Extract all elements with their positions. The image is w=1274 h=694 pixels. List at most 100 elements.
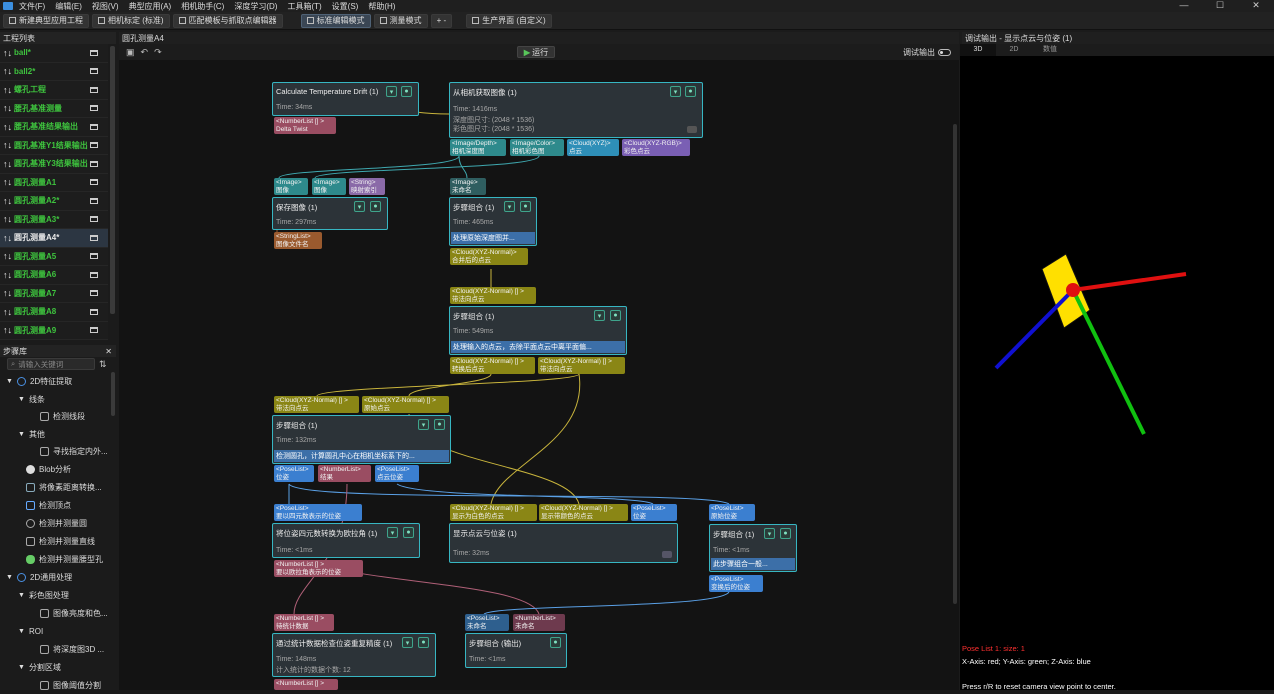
output-port[interactable]: <PoseList> 位姿 <box>274 465 314 482</box>
output-port[interactable]: <NumberList [] > <box>274 679 338 690</box>
menu-settings[interactable]: 设置(S) <box>332 1 359 12</box>
step-node-group-1[interactable]: 步骤组合 (1) Time: 465ms ▾ ● 处理原始深度图并... <box>449 197 537 246</box>
tree-step[interactable]: Blob分析 <box>26 460 71 478</box>
sort-icon[interactable]: ⇅ <box>99 359 107 370</box>
step-node-quat-to-euler[interactable]: 将位姿四元数转换为欧拉角 (1) Time: <1ms ▾ ● <box>272 523 420 558</box>
menu-view[interactable]: 视图(V) <box>92 1 119 12</box>
lock-icon[interactable]: ● <box>418 637 429 648</box>
output-port[interactable]: <Cloud(XYZ)> 点云 <box>567 139 619 156</box>
expand-icon[interactable]: ▾ <box>418 419 429 430</box>
lock-icon[interactable]: ● <box>685 86 696 97</box>
project-item[interactable]: ↑↓ 圆孔测量A8 <box>0 303 108 322</box>
step-node-group-2[interactable]: 步骤组合 (1) Time: 549ms ▾ ● 处理输入的点云，去除平面点云中… <box>449 306 627 355</box>
project-item[interactable]: ↑↓ 圆孔测量A6 <box>0 266 108 285</box>
output-port[interactable]: <NumberList> 结果 <box>318 465 371 482</box>
input-port[interactable]: <Image> 图像 <box>312 178 346 195</box>
menu-help[interactable]: 帮助(H) <box>368 1 395 12</box>
output-port[interactable]: <NumberList [] > 要以欧拉角表示的位姿 <box>274 560 363 577</box>
tree-step[interactable]: 检测并测量腰型孔 <box>26 550 103 568</box>
menu-camera-assistant[interactable]: 相机助手(C) <box>181 1 224 12</box>
tree-step[interactable]: 将深度图3D ... <box>40 640 104 658</box>
output-port[interactable]: <NumberList [] > Delta Twist <box>274 117 336 134</box>
editor-tab[interactable]: 圆孔测量A4 <box>119 32 959 44</box>
menu-file[interactable]: 文件(F) <box>19 1 45 12</box>
close-icon[interactable]: ✕ <box>105 347 112 356</box>
project-item[interactable]: ↑↓ 圆孔基准Y3结果输出 <box>0 155 108 174</box>
minimize-icon[interactable]: — <box>1166 0 1202 11</box>
tree-category[interactable]: ▼ 2D特征提取 <box>6 372 72 390</box>
tree-step[interactable]: 寻找指定内外... <box>40 442 108 460</box>
editor-scrollbar[interactable] <box>953 124 957 604</box>
lock-icon[interactable]: ● <box>403 527 414 538</box>
input-port[interactable]: <PoseList> 未命名 <box>465 614 509 631</box>
project-item[interactable]: ↑↓ 圆孔测量A7 <box>0 285 108 303</box>
camera-calibration-button[interactable]: 相机标定 (标准) <box>92 13 170 28</box>
step-node-output[interactable]: 步骤组合 (输出) Time: <1ms ● <box>465 633 567 668</box>
input-port[interactable]: <NumberList> 未命名 <box>513 614 565 631</box>
project-item[interactable]: ↑↓ 圆孔测量A9 <box>0 322 108 340</box>
expand-icon[interactable]: ▾ <box>386 86 397 97</box>
expand-icon[interactable]: ▾ <box>504 201 515 212</box>
step-node-stats-check[interactable]: 通过统计数据检查位姿重复精度 (1) Time: 148ms 计入统计的数据个数… <box>272 633 436 677</box>
menu-toolbox[interactable]: 工具箱(T) <box>287 1 321 12</box>
step-node-group-3[interactable]: 步骤组合 (1) Time: 132ms ▾ ● 检测圆孔，计算圆孔中心在相机坐… <box>272 415 451 464</box>
input-port[interactable]: <NumberList [] > 待统计数据 <box>274 614 334 631</box>
output-port[interactable]: <Cloud(XYZ-Normal) [] > 转换后点云 <box>450 357 535 374</box>
step-library-scrollbar[interactable] <box>111 372 115 416</box>
project-item[interactable]: ↑↓ 圆孔测量A2* <box>0 192 108 211</box>
measure-mode-button[interactable]: 测量模式 <box>373 13 428 28</box>
expand-icon[interactable]: ▾ <box>402 637 413 648</box>
expand-icon[interactable]: ▾ <box>764 528 775 539</box>
close-icon[interactable]: ✕ <box>1238 0 1274 11</box>
lock-icon[interactable]: ● <box>520 201 531 212</box>
project-item-selected[interactable]: ↑↓ 圆孔测量A4* <box>0 229 108 248</box>
tab-values[interactable]: 数值 <box>1032 44 1068 56</box>
project-item[interactable]: ↑↓ ball2* <box>0 63 108 81</box>
expand-icon[interactable]: ▾ <box>670 86 681 97</box>
project-item[interactable]: ↑↓ ball* <box>0 44 108 63</box>
output-port[interactable]: <Cloud(XYZ-RGB)> 彩色点云 <box>622 139 690 156</box>
tree-step[interactable]: 将像素距离转换... <box>26 478 102 496</box>
input-port[interactable]: <PoseList> 要以四元数表示的位姿 <box>274 504 362 521</box>
tree-step[interactable]: 检测并测量直线 <box>26 532 95 550</box>
lock-icon[interactable]: ● <box>401 86 412 97</box>
lock-icon[interactable]: ● <box>550 637 561 648</box>
zoom-mode-button[interactable]: + - <box>430 13 453 28</box>
maximize-icon[interactable]: ☐ <box>1202 0 1238 11</box>
standard-edit-mode-button[interactable]: 标准编辑模式 <box>300 13 371 28</box>
step-node-capture-image[interactable]: 从相机获取图像 (1) Time: 1416ms 深度图尺寸: (2048 * … <box>449 82 703 138</box>
project-item[interactable]: ↑↓ 螺孔工程 <box>0 81 108 100</box>
tree-step[interactable]: 检测线段 <box>40 407 85 425</box>
output-port[interactable]: <Image/Depth> 相机深度图 <box>450 139 506 156</box>
tree-category[interactable]: ▼ 其他 <box>18 425 45 443</box>
lock-icon[interactable]: ● <box>780 528 791 539</box>
input-port[interactable]: <PoseList> 原始位姿 <box>709 504 755 521</box>
step-node-show-cloud-pose[interactable]: 显示点云与位姿 (1) Time: 32ms <box>449 523 678 563</box>
input-port[interactable]: <PoseList> 位姿 <box>631 504 677 521</box>
project-list-scrollbar[interactable] <box>110 46 115 314</box>
expand-icon[interactable]: ▾ <box>354 201 365 212</box>
project-item[interactable]: ↑↓ 腰孔基准结果输出 <box>0 118 108 137</box>
input-port[interactable]: <Image> 图像 <box>274 178 308 195</box>
input-port[interactable]: <Image> 未命名 <box>450 178 486 195</box>
output-port[interactable]: <Cloud(XYZ-Normal)> 合并后的点云 <box>450 248 528 265</box>
tree-category[interactable]: ▼ 2D通用处理 <box>6 568 72 586</box>
tab-3d[interactable]: 3D <box>960 44 996 56</box>
menu-edit[interactable]: 编辑(E) <box>55 1 82 12</box>
tree-category[interactable]: ▼ 线条 <box>18 390 45 408</box>
menu-typical-apps[interactable]: 典型应用(A) <box>129 1 172 12</box>
template-editor-button[interactable]: 匹配模板与抓取点编辑器 <box>172 13 283 28</box>
input-port[interactable]: <Cloud(XYZ-Normal) [] > 带法向点云 <box>450 287 536 304</box>
tree-step[interactable]: 图像阈值分割 <box>40 676 101 694</box>
project-item[interactable]: ↑↓ 圆孔测量A3* <box>0 211 108 229</box>
step-node-temp-drift[interactable]: Calculate Temperature Drift (1) Time: 34… <box>272 82 419 116</box>
menu-deep-learning[interactable]: 深度学习(D) <box>234 1 277 12</box>
output-port[interactable]: <Image/Color> 相机彩色图 <box>510 139 564 156</box>
input-port[interactable]: <Cloud(XYZ-Normal) [] > 显示带颜色的点云 <box>539 504 628 521</box>
step-node-group-4[interactable]: 步骤组合 (1) Time: <1ms ▾ ● 此步骤组合一般... <box>709 524 797 572</box>
debug-viewer[interactable]: 3D 2D 数值 Pose List 1: size: 1 X-Axis: re… <box>960 44 1274 691</box>
lock-icon[interactable]: ● <box>434 419 445 430</box>
tab-2d[interactable]: 2D <box>996 44 1032 56</box>
project-item[interactable]: ↑↓ 圆孔测量A1 <box>0 174 108 192</box>
project-item[interactable]: ↑↓ 圆孔测量A5 <box>0 248 108 266</box>
